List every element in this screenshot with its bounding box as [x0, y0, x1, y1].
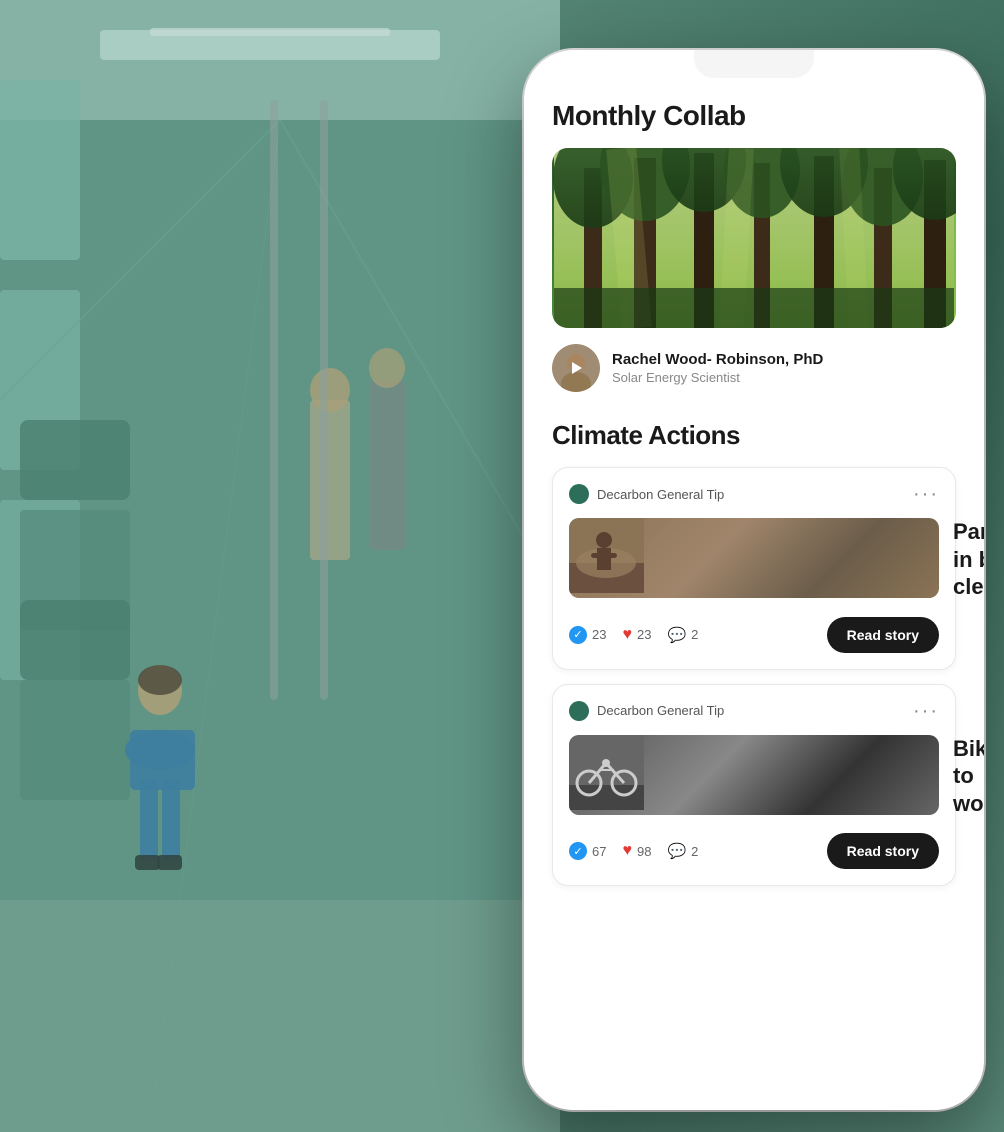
- heart-stat-bike: ♥ 98: [622, 842, 651, 860]
- collab-image: [552, 148, 956, 328]
- card-footer-bike: ✓ 67 ♥ 98 💬 2 Read story: [569, 833, 939, 869]
- action-card-beach: Decarbon General Tip ···: [552, 467, 956, 670]
- more-options-bike[interactable]: ···: [913, 701, 939, 721]
- comment-stat-beach: 💬 2: [667, 626, 698, 644]
- card-header-bike: Decarbon General Tip ···: [569, 701, 939, 721]
- beach-cleanup-thumbnail: [569, 518, 939, 598]
- badge-text-beach: Decarbon General Tip: [597, 487, 724, 502]
- comment-icon-beach: 💬: [667, 626, 686, 644]
- bike-thumbnail: [569, 735, 939, 815]
- card-content-bike: Bike to work: [569, 735, 939, 818]
- card-content-beach: Participate in beach cleanup: [569, 518, 939, 601]
- author-name: Rachel Wood- Robinson, PhD: [612, 351, 823, 368]
- badge-dot-bike: [569, 701, 589, 721]
- bus-background: [0, 0, 560, 1132]
- badge-text-bike: Decarbon General Tip: [597, 703, 724, 718]
- heart-icon-beach: ♥: [622, 626, 632, 644]
- comment-count-bike: 2: [691, 844, 698, 859]
- author-row: Rachel Wood- Robinson, PhD Solar Energy …: [552, 344, 956, 392]
- heart-stat-beach: ♥ 23: [622, 626, 651, 644]
- author-info: Rachel Wood- Robinson, PhD Solar Energy …: [612, 351, 823, 385]
- author-avatar: [552, 344, 600, 392]
- phone-notch: [694, 50, 814, 78]
- read-story-button-beach[interactable]: Read story: [827, 617, 939, 653]
- phone-container: Monthly Collab: [524, 50, 984, 1110]
- check-stat-bike: ✓ 67: [569, 842, 606, 860]
- heart-count-beach: 23: [637, 627, 651, 642]
- phone-frame: Monthly Collab: [524, 50, 984, 1110]
- beach-cleanup-title: Participate in beach cleanup: [953, 518, 984, 601]
- check-stat-beach: ✓ 23: [569, 626, 606, 644]
- check-count-bike: 67: [592, 844, 606, 859]
- author-role: Solar Energy Scientist: [612, 370, 823, 385]
- check-icon-beach: ✓: [569, 626, 587, 644]
- card-footer-beach: ✓ 23 ♥ 23 💬 2 Read story: [569, 617, 939, 653]
- comment-icon-bike: 💬: [667, 842, 686, 860]
- card-badge-beach: Decarbon General Tip: [569, 484, 724, 504]
- card-header-beach: Decarbon General Tip ···: [569, 484, 939, 504]
- action-card-bike: Decarbon General Tip ···: [552, 684, 956, 887]
- heart-icon-bike: ♥: [622, 842, 632, 860]
- card-badge-bike: Decarbon General Tip: [569, 701, 724, 721]
- read-story-button-bike[interactable]: Read story: [827, 833, 939, 869]
- monthly-collab-title: Monthly Collab: [552, 100, 956, 132]
- bike-to-work-title: Bike to work: [953, 735, 984, 818]
- check-icon-bike: ✓: [569, 842, 587, 860]
- check-count-beach: 23: [592, 627, 606, 642]
- more-options-beach[interactable]: ···: [913, 484, 939, 504]
- phone-screen: Monthly Collab: [524, 50, 984, 1110]
- comment-count-beach: 2: [691, 627, 698, 642]
- climate-actions-title: Climate Actions: [552, 420, 956, 451]
- comment-stat-bike: 💬 2: [667, 842, 698, 860]
- heart-count-bike: 98: [637, 844, 651, 859]
- badge-dot-beach: [569, 484, 589, 504]
- play-button[interactable]: [552, 344, 600, 392]
